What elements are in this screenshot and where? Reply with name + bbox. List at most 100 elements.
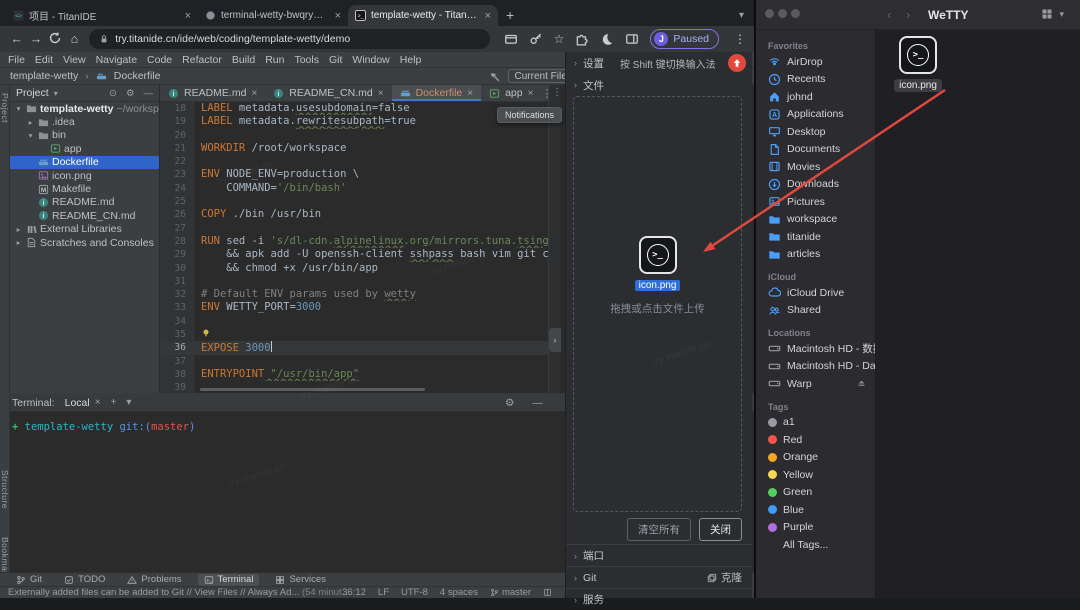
line-separator[interactable]: LF: [378, 587, 389, 598]
view-grid-icon[interactable]: [1041, 8, 1053, 20]
locate-icon[interactable]: ⊙: [109, 88, 117, 99]
project-tree-item[interactable]: ▸.idea: [10, 115, 159, 128]
finder-forward-icon[interactable]: ›: [906, 7, 910, 22]
browser-tab[interactable]: <>项目 - TitanIDE×: [6, 5, 198, 26]
finder-sidebar-item[interactable]: articles: [756, 246, 875, 264]
finder-sidebar-item[interactable]: Downloads: [756, 176, 875, 194]
finder-sidebar-item[interactable]: Warp: [756, 375, 875, 393]
editor-tab-close-icon[interactable]: ×: [467, 88, 473, 99]
bookmark-star-icon[interactable]: ☆: [554, 32, 565, 46]
toolwindow-todo[interactable]: TODO: [58, 574, 111, 586]
finder-sidebar-item[interactable]: Documents: [756, 141, 875, 159]
terminal-settings-gear-icon[interactable]: ⚙: [505, 397, 514, 409]
panel-section-端口[interactable]: ›端口: [566, 544, 752, 566]
menu-tools[interactable]: Tools: [294, 54, 319, 66]
finder-sidebar-item[interactable]: titanide: [756, 228, 875, 246]
ime-indicator[interactable]: [728, 54, 746, 72]
back-icon[interactable]: ←: [8, 32, 25, 46]
finder-sidebar-item[interactable]: Green: [756, 484, 875, 502]
browser-menu-icon[interactable]: ⋮: [734, 32, 746, 46]
breadcrumb-file[interactable]: Dockerfile: [114, 70, 161, 82]
toolwindow-git[interactable]: Git: [10, 574, 48, 586]
tree-chevron-icon[interactable]: ▾: [14, 104, 23, 113]
editor-tab[interactable]: app×: [481, 85, 541, 101]
menu-git[interactable]: Git: [329, 54, 342, 66]
sidebar-toggle-icon[interactable]: [625, 32, 639, 46]
stripe-project[interactable]: Project: [0, 93, 10, 123]
panel-section-服务[interactable]: ›服务: [566, 588, 752, 610]
breadcrumb-project[interactable]: template-wetty: [10, 70, 78, 82]
horizontal-scrollbar[interactable]: [200, 388, 425, 391]
editor-tab[interactable]: Dockerfile×: [392, 85, 482, 101]
project-tree-item[interactable]: ▸Scratches and Consoles: [10, 236, 159, 249]
menu-build[interactable]: Build: [232, 54, 255, 66]
finder-sidebar-item[interactable]: Purple: [756, 519, 875, 537]
tab-close-icon[interactable]: ×: [485, 10, 491, 22]
close-button[interactable]: 关闭: [699, 518, 742, 541]
clear-all-button[interactable]: 清空所有: [627, 518, 691, 541]
intention-bulb-icon[interactable]: [201, 328, 211, 338]
finder-sidebar-item[interactable]: AApplications: [756, 106, 875, 124]
reload-icon[interactable]: [47, 31, 64, 48]
finder-sidebar-item[interactable]: workspace: [756, 211, 875, 229]
tab-search-icon[interactable]: ▾: [739, 10, 744, 21]
browser-tab[interactable]: terminal-wetty-bwqryafz - Tita...×: [198, 5, 348, 26]
panel-expander-handle[interactable]: ›: [549, 328, 561, 352]
finder-back-icon[interactable]: ‹: [887, 7, 891, 22]
editor-tab[interactable]: iREADME_CN.md×: [265, 85, 391, 101]
toolwindow-problems[interactable]: Problems: [121, 574, 187, 586]
eject-icon[interactable]: [856, 378, 867, 389]
menu-help[interactable]: Help: [400, 54, 422, 66]
terminal-tab-close-icon[interactable]: ×: [95, 397, 101, 408]
terminal-tab-local[interactable]: Local×: [65, 397, 101, 409]
settings-section-header[interactable]: › 设置 按 Shift 键切换输入法: [566, 52, 752, 74]
menu-navigate[interactable]: Navigate: [96, 54, 137, 66]
finder-sidebar-item[interactable]: Recents: [756, 71, 875, 89]
finder-sidebar-item[interactable]: AirDrop: [756, 53, 875, 71]
finder-sidebar-item[interactable]: Pictures: [756, 193, 875, 211]
finder-sidebar-item[interactable]: Movies: [756, 158, 875, 176]
finder-sidebar-item[interactable]: Yellow: [756, 466, 875, 484]
menu-refactor[interactable]: Refactor: [182, 54, 222, 66]
file-encoding[interactable]: UTF-8: [401, 587, 428, 598]
finder-sidebar-item[interactable]: a1: [756, 414, 875, 432]
finder-file-iconpng[interactable]: >_ icon.png: [880, 36, 956, 92]
finder-sidebar-item[interactable]: iCloud Drive: [756, 284, 875, 302]
code-editor[interactable]: 18LABEL metadata.usesubdomain=false19LAB…: [160, 102, 548, 393]
new-tab-button[interactable]: +: [506, 7, 514, 23]
view-chevron-icon[interactable]: ▾: [1059, 9, 1064, 20]
address-bar[interactable]: try.titanide.cn/ide/web/coding/template-…: [89, 29, 489, 49]
project-tree-item[interactable]: app: [10, 142, 159, 155]
finder-sidebar-item[interactable]: Red: [756, 431, 875, 449]
indent-style[interactable]: 4 spaces: [440, 587, 478, 598]
paused-profile-badge[interactable]: J Paused: [650, 29, 719, 49]
tree-chevron-icon[interactable]: ▾: [26, 131, 35, 140]
editor-options-kebab-icon[interactable]: ⋮: [552, 87, 562, 98]
tree-chevron-icon[interactable]: ▸: [26, 118, 35, 127]
finder-sidebar-item[interactable]: Desktop: [756, 123, 875, 141]
project-tree-item[interactable]: Dockerfile: [10, 156, 159, 169]
finder-sidebar-item[interactable]: Blue: [756, 501, 875, 519]
project-tree-item[interactable]: iREADME_CN.md: [10, 209, 159, 222]
tree-chevron-icon[interactable]: ▸: [14, 225, 23, 234]
stripe-structure[interactable]: Structure: [0, 470, 10, 509]
toolwindow-terminal[interactable]: Terminal: [198, 574, 260, 586]
tree-chevron-icon[interactable]: ▸: [14, 238, 23, 247]
panel-settings-gear-icon[interactable]: ⚙: [126, 88, 135, 99]
tab-close-icon[interactable]: ×: [335, 10, 341, 22]
new-terminal-icon[interactable]: +: [111, 397, 117, 408]
editor-tab-close-icon[interactable]: ×: [528, 88, 534, 99]
files-section-header[interactable]: › 文件: [566, 74, 752, 96]
build-hammer-icon[interactable]: [489, 70, 501, 82]
menu-window[interactable]: Window: [352, 54, 389, 66]
tab-close-icon[interactable]: ×: [185, 10, 191, 22]
git-branch-widget[interactable]: master: [490, 587, 531, 598]
home-icon[interactable]: ⌂: [66, 32, 83, 46]
terminal-dropdown-icon[interactable]: ▾: [126, 397, 131, 408]
window-close-button[interactable]: [765, 9, 774, 18]
file-upload-dropzone[interactable]: >_ icon.png 拖拽或点击文件上传: [573, 96, 742, 512]
window-zoom-button[interactable]: [791, 9, 800, 18]
terminal-minimize-icon[interactable]: —: [532, 397, 543, 409]
project-tree-item[interactable]: icon.png: [10, 169, 159, 182]
finder-sidebar-item[interactable]: Shared: [756, 302, 875, 320]
